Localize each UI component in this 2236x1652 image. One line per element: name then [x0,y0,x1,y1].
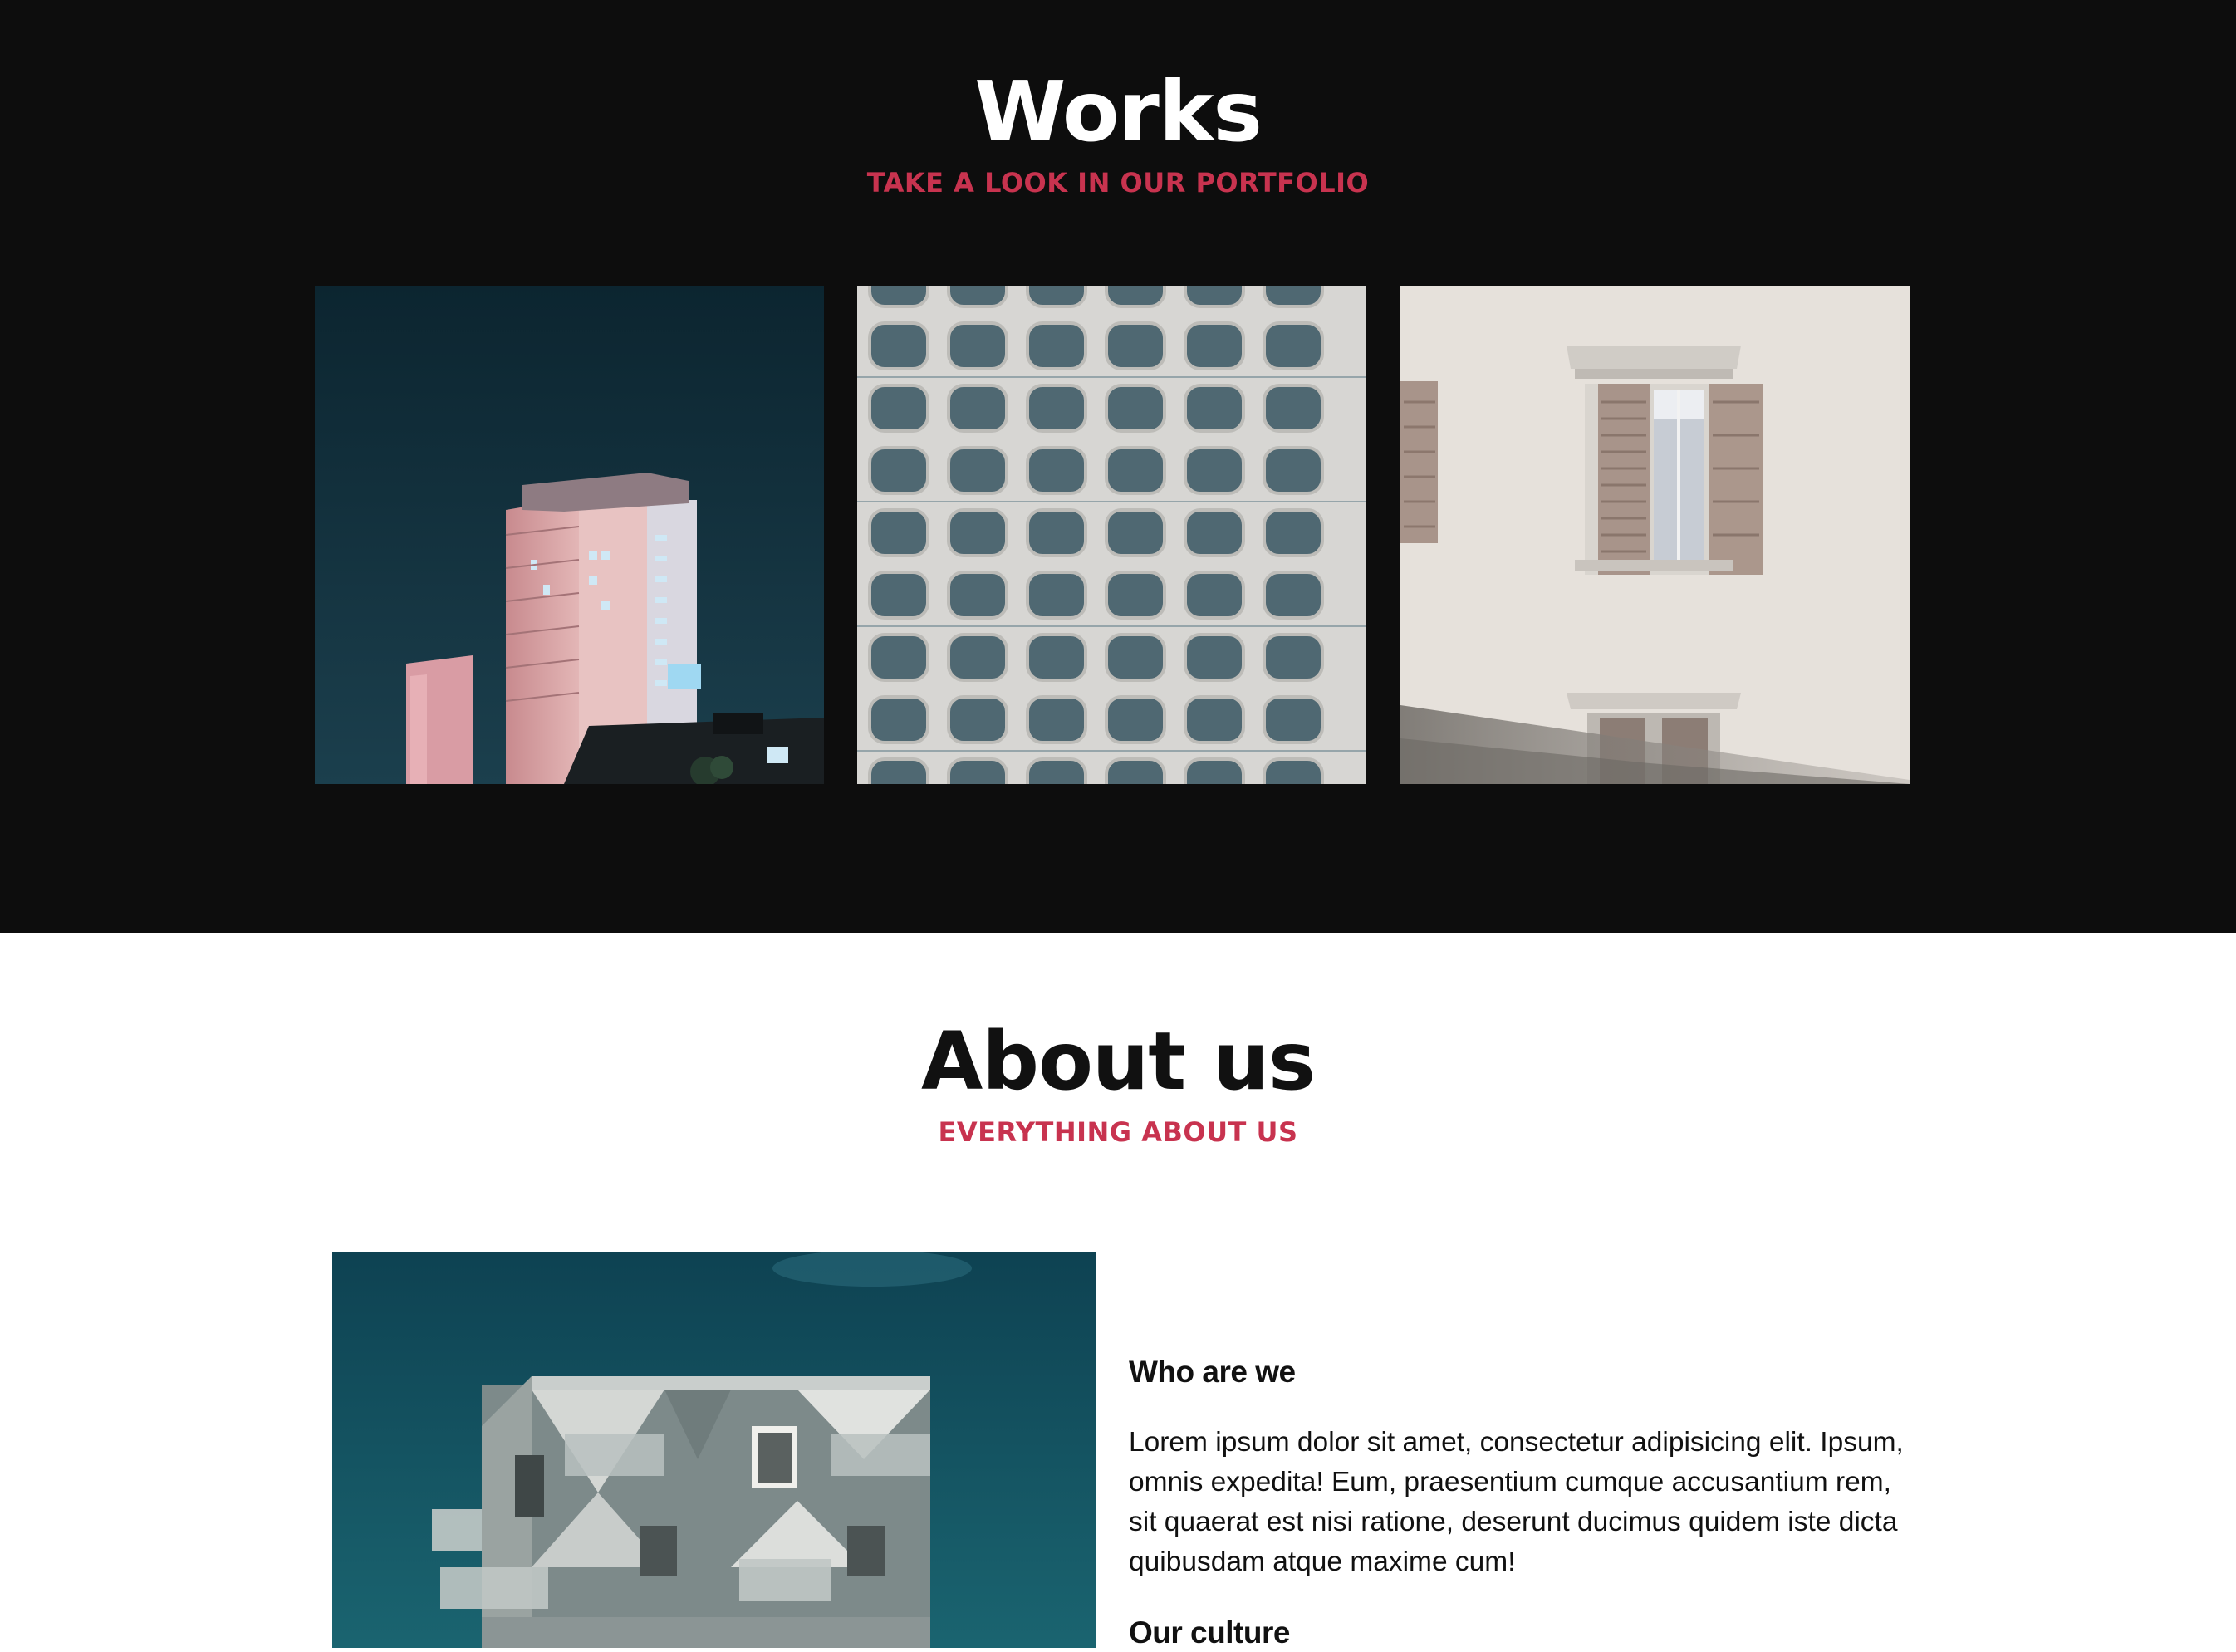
about-title: About us [920,1015,1316,1108]
works-subtitle: TAKE A LOOK IN OUR PORTFOLIO [866,167,1370,199]
cubic-balcony-building-photo [332,1252,1096,1648]
rounded-windows-facade-photo [857,286,1366,784]
about-heading-culture: Our culture [1129,1615,1290,1650]
about-image [332,1252,1096,1648]
about-heading-who: Who are we [1129,1355,1296,1389]
portfolio-item-rounded-windows[interactable] [857,286,1366,784]
night-tower-building-photo [315,286,824,784]
about-text-column: Who are we Lorem ipsum dolor sit amet, c… [1129,1353,1910,1652]
shuttered-window-wall-photo [1400,286,1910,784]
portfolio-item-shuttered-window[interactable] [1400,286,1910,784]
works-section: Works TAKE A LOOK IN OUR PORTFOLIO [0,0,2236,933]
about-subtitle: EVERYTHING ABOUT US [938,1116,1298,1148]
about-section: About us EVERYTHING ABOUT US Who are we … [0,933,2236,1650]
works-title: Works [974,63,1263,160]
portfolio-item-night-tower[interactable] [315,286,824,784]
about-paragraph-who: Lorem ipsum dolor sit amet, consectetur … [1129,1427,1904,1577]
